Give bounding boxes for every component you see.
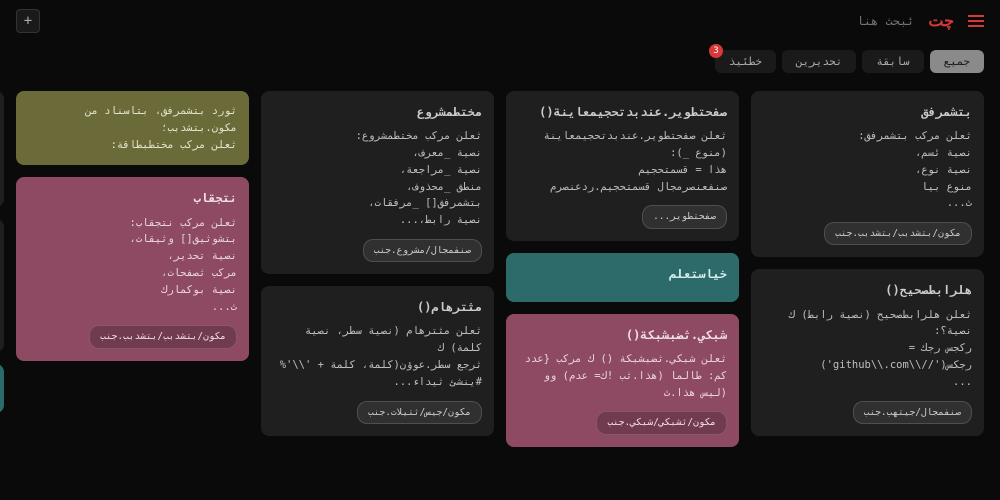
card-body: ثعلن هلرابطصحيح (نصية رابط) ك نصية؟: ركج…	[763, 307, 972, 391]
card-path: صنفمجال/مشروع.جنب	[363, 239, 482, 262]
card-grid: بتشمرفق ثعلن مركب بتشمرفق: نصية ئسم، نصية…	[0, 81, 1000, 491]
search-input[interactable]	[794, 14, 914, 28]
card-path: مكون/بتشدبب/بتشدبب.جنب	[89, 325, 237, 348]
card-body: ثعلن مثترهام (نصية سطر، نصية كلمة) ك ثرج…	[273, 323, 482, 390]
card-title: بتشمرفق	[763, 103, 972, 122]
card-10[interactable]: ثودعفارغ()ثعلن ثودعفارغ (نصية توكن، نصية…	[0, 219, 4, 352]
card-title: صفحتطوير.عندبدتحجيمعاينة()	[518, 103, 727, 122]
card-9[interactable]: جاويتويب.رككب()ثعلن جاويتويب.رككب () ك و…	[0, 91, 4, 207]
tab-2[interactable]: تحديرين	[782, 50, 856, 73]
menu-icon[interactable]	[968, 15, 984, 27]
card-path: مكون/جيس/ثتيلات.جنب	[357, 401, 482, 424]
badge: 3	[709, 44, 723, 58]
card-body: ثعلن مركب بتشمرفق: نصية ئسم، نصية نوع، م…	[763, 128, 972, 212]
card-7[interactable]: ثورد بتشمرفق، بتاسناد من مكون.بتشدبب؛ ثع…	[16, 91, 249, 165]
tab-3[interactable]: خطئيذ3	[715, 50, 776, 73]
card-path: صفحتطوير...	[642, 205, 727, 228]
card-path: مكون/ثشبكي/شبكي.جنب	[596, 411, 727, 434]
card-6[interactable]: مثترهام() ثعلن مثترهام (نصية سطر، نصية كل…	[261, 286, 494, 436]
card-title: هلرابطصحيح()	[763, 281, 972, 300]
card-11[interactable]: مثهدنشر()	[0, 364, 4, 413]
tabs: جميع سابقة تحديرين خطئيذ3	[0, 42, 1000, 81]
card-body: ثورد بتشمرفق، بتاسناد من مكون.بتشدبب؛ ثع…	[28, 103, 237, 153]
card-3[interactable]: خياستعلم	[506, 253, 739, 302]
card-path: مكون/بتشدبب/بتشدبب.جنب	[824, 222, 972, 245]
card-title: خياستعلم	[518, 265, 727, 284]
card-title: مثترهام()	[273, 298, 482, 317]
card-path: صنفمجال/جيتهب.جنب	[853, 401, 972, 424]
card-title: مختطمشروع	[273, 103, 482, 122]
card-4[interactable]: شبكي.ثضبشبكة() ثعلن شبكي.ثضبشبكة () ك مرك…	[506, 314, 739, 447]
card-body: ثعلن شبكي.ثضبشبكة () ك مركب {عدد كم: طال…	[518, 351, 727, 401]
card-body: ثعلن صفحتطوير.عندبدتحجيمعاينة (منوع _): …	[518, 128, 727, 195]
add-button[interactable]: +	[16, 9, 40, 33]
card-title: شبكي.ثضبشبكة()	[518, 326, 727, 345]
card-5[interactable]: مختطمشروع ثعلن مركب مختطمشروع: نصية _معرف…	[261, 91, 494, 274]
tab-1[interactable]: سابقة	[862, 50, 923, 73]
card-2[interactable]: صفحتطوير.عندبدتحجيمعاينة() ثعلن صفحتطوير.…	[506, 91, 739, 241]
card-8[interactable]: نتجقاب ثعلن مركب نتجقاب: بتشوثيق[] وثيقات…	[16, 177, 249, 360]
card-1[interactable]: هلرابطصحيح() ثعلن هلرابطصحيح (نصية رابط) …	[751, 269, 984, 435]
logo: چت	[928, 11, 954, 31]
card-title: نتجقاب	[28, 189, 237, 208]
card-0[interactable]: بتشمرفق ثعلن مركب بتشمرفق: نصية ئسم، نصية…	[751, 91, 984, 257]
card-body: ثعلن مركب مختطمشروع: نصية _معرف، نصية _م…	[273, 128, 482, 229]
tab-0[interactable]: جميع	[930, 50, 985, 73]
card-body: ثعلن مركب نتجقاب: بتشوثيق[] وثيقات، نصية…	[28, 215, 237, 316]
